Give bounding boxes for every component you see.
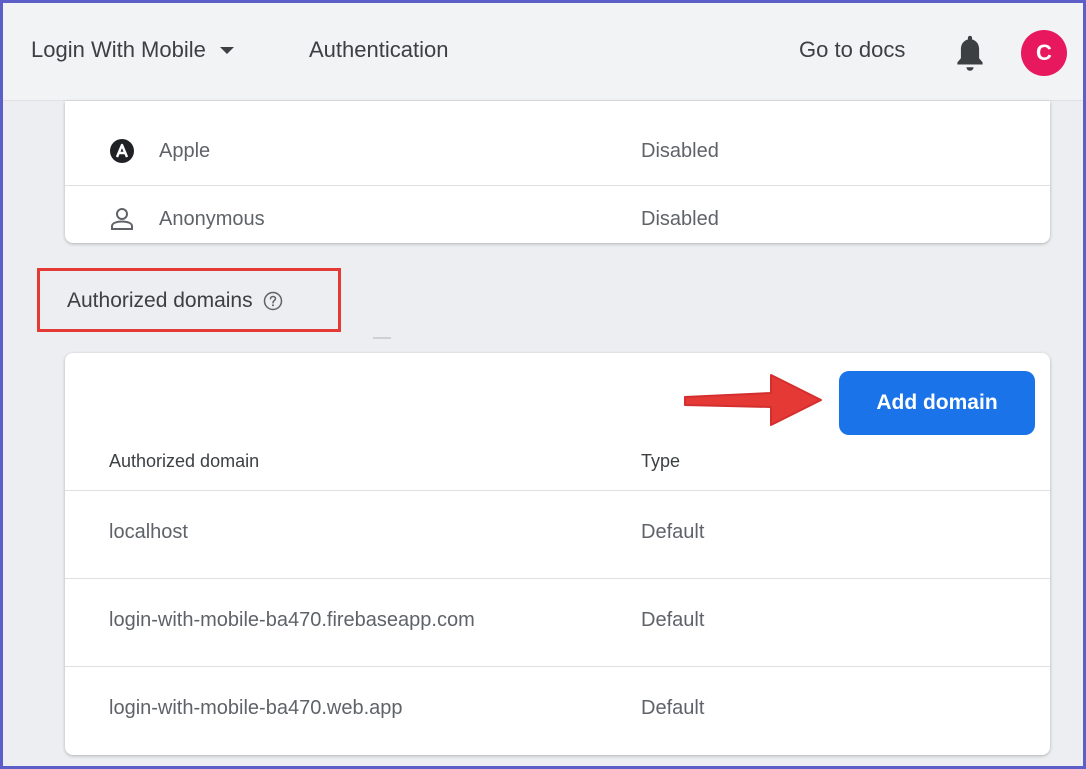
authorized-domains-card: Add domain Authorized domain Type localh… — [65, 353, 1050, 755]
help-circle-icon[interactable] — [263, 291, 283, 311]
divider — [373, 337, 391, 339]
column-header-domain: Authorized domain — [109, 451, 260, 471]
authorized-domains-title: Authorized domains — [67, 289, 253, 312]
provider-name: Apple — [159, 139, 211, 162]
section-heading: Authorized domains — [67, 289, 283, 313]
provider-status: Disabled — [641, 207, 719, 230]
page-title: Authentication — [309, 37, 449, 62]
add-domain-button[interactable]: Add domain — [839, 371, 1035, 435]
provider-name: Anonymous — [159, 207, 265, 230]
top-bar: Login With Mobile Authentication Go to d… — [3, 3, 1083, 101]
go-to-docs-link[interactable]: Go to docs — [799, 37, 905, 63]
person-icon — [111, 208, 133, 230]
domain-cell: localhost — [109, 521, 188, 543]
caret-down-icon — [219, 46, 234, 54]
bell-icon[interactable] — [953, 33, 987, 75]
provider-row[interactable]: Anonymous Disabled — [65, 185, 1050, 253]
table-row[interactable]: login-with-mobile-ba470.web.app Default — [65, 666, 1050, 755]
domain-cell: login-with-mobile-ba470.web.app — [109, 697, 403, 719]
project-selector[interactable]: Login With Mobile — [31, 37, 234, 63]
project-name: Login With Mobile — [31, 37, 206, 62]
annotation-arrow-icon — [684, 374, 822, 426]
domain-cell: login-with-mobile-ba470.firebaseapp.com — [109, 609, 475, 631]
sign-in-providers-card: Apple Disabled Anonymous Disabled — [65, 101, 1050, 243]
table-row[interactable]: login-with-mobile-ba470.firebaseapp.com … — [65, 578, 1050, 667]
table-row[interactable]: localhost Default — [65, 490, 1050, 579]
type-cell: Default — [641, 521, 705, 543]
avatar[interactable]: C — [1021, 30, 1067, 76]
provider-row[interactable]: Apple Disabled — [65, 117, 1050, 186]
app-window: Login With Mobile Authentication Go to d… — [0, 0, 1086, 769]
type-cell: Default — [641, 697, 705, 719]
provider-status: Disabled — [641, 139, 719, 162]
type-cell: Default — [641, 609, 705, 631]
column-header-type: Type — [641, 451, 681, 471]
apple-logo-icon — [110, 139, 134, 163]
